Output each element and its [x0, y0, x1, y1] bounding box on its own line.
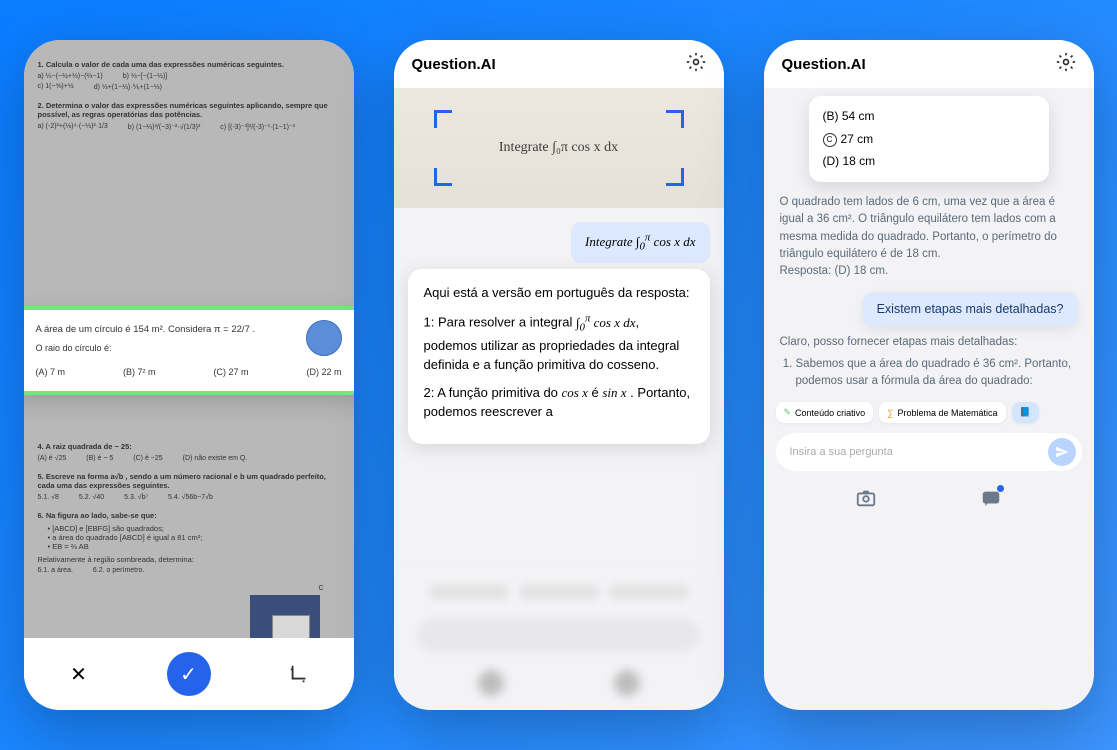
option-c: C27 cm [823, 129, 874, 151]
answer-step2: 2: A função primitiva do cos x é sin x .… [424, 383, 694, 422]
opt-a: (A) 7 m [36, 367, 66, 377]
q6-bullet1: • [ABCD] e [EBFG] são quadrados; [48, 524, 340, 533]
blurred-nav-camera [478, 670, 504, 696]
answer-step1: 1: Para resolver a integral ∫0π cos x dx… [424, 310, 694, 374]
send-icon [1055, 445, 1069, 459]
q6-bullet3: • EB = ⅔ AB [48, 542, 340, 551]
check-icon: ✓ [180, 662, 197, 687]
highlight-question: A área de um círculo é 154 m². Considera… [36, 324, 342, 335]
blurred-input [417, 618, 701, 652]
opt-d: (D) 22 m [306, 367, 341, 377]
app-header: Question.AI [394, 40, 724, 88]
confirm-button[interactable]: ✓ [167, 652, 211, 696]
opt-c: (C) 27 m [213, 367, 248, 377]
q4-opts: (A) é √25(B) é − 5(C) é −25(D) não exist… [38, 455, 340, 462]
query-text: Integrate ∫0π cos x dx [585, 234, 695, 249]
answer-card: Aqui está a versão em português da respo… [408, 269, 710, 444]
opt-b: (B) 7² m [123, 367, 156, 377]
chip-more[interactable]: 📘 [1012, 402, 1039, 423]
send-button[interactable] [1048, 438, 1076, 466]
phone-scan: 1. Calcula o valor de cada uma das expre… [24, 40, 354, 710]
gear-icon [686, 52, 706, 72]
option-b: (B) 54 cm [823, 106, 1035, 128]
settings-button[interactable] [686, 52, 706, 76]
close-button[interactable]: ✕ [57, 652, 101, 696]
q1-items2: c) 1(−⅝)+½d) ⅓+(1−⅓)·⅚+(1−⅓) [38, 83, 340, 91]
settings-button[interactable] [1056, 52, 1076, 76]
bottom-nav [764, 477, 1094, 524]
blurred-area [394, 570, 724, 710]
highlight-options: (A) 7 m (B) 7² m (C) 27 m (D) 22 m [36, 367, 342, 377]
gear-icon [1056, 52, 1076, 72]
nav-camera[interactable] [855, 487, 877, 514]
q5-items: 5.1. √85.2. √405.3. √b⁷5.4. √56b−7√b [38, 494, 340, 501]
brand-logo: Question.AI [412, 56, 496, 73]
chat-input[interactable]: Insira a sua pergunta [776, 433, 1082, 471]
crop-button[interactable] [277, 652, 321, 696]
chip-creative[interactable]: ✎Conteúdo criativo [776, 402, 874, 423]
bot-message: Claro, posso fornecer etapas mais detalh… [780, 334, 1078, 390]
q6-title: 6. Na figura ao lado, sabe-se que: [38, 511, 340, 520]
bot-step1: Sabemos que a área do quadrado é 36 cm².… [796, 356, 1078, 391]
q4-title: 4. A raiz quadrada de − 25: [38, 442, 340, 451]
highlight-prompt: O raio do círculo é: [36, 343, 342, 353]
scan-toolbar: ✕ ✓ [24, 638, 354, 710]
suggestion-chips: ✎Conteúdo criativo ∑Problema de Matemáti… [764, 398, 1094, 427]
crop-frame[interactable] [434, 110, 684, 186]
answer-final: Resposta: (D) 18 cm. [780, 265, 889, 277]
worksheet-background: 1. Calcula o valor de cada uma das expre… [24, 40, 354, 710]
photo-preview: Integrate ∫₀π cos x dx [394, 88, 724, 208]
chip-math[interactable]: ∑Problema de Matemática [879, 402, 1005, 423]
q6-bullet2: • a área do quadrado [ABCD] é igual a 81… [48, 533, 340, 542]
phone-chat: Question.AI (B) 54 cm C27 cm (D) 18 cm O… [764, 40, 1094, 710]
query-bubble: Integrate ∫0π cos x dx [571, 222, 709, 263]
nav-chat[interactable] [980, 487, 1002, 514]
q6-subs: 6.1. a área.6.2. o perímetro. [38, 567, 340, 574]
camera-icon [855, 487, 877, 509]
q2-items: a) (-2)²+(⅛)⁴·(−⅓)²·1/3b) (1−⅔)³/(−3)⁻²·… [38, 123, 340, 131]
crop-icon [288, 663, 310, 685]
q1-items: a) ¼−(−½+⅓)−(⅔−1)b) ⅓−[−(1−½)] [38, 73, 340, 80]
brand-logo: Question.AI [782, 56, 866, 73]
blurred-nav-chat [614, 670, 640, 696]
answer-intro: Aqui está a versão em português da respo… [424, 283, 694, 303]
q2-title: 2. Determina o valor das expressões numé… [38, 101, 340, 119]
bot-answer: O quadrado tem lados de 6 cm, uma vez qu… [780, 194, 1078, 280]
q5-title: 5. Escreve na forma a√b , sendo a um núm… [38, 472, 340, 490]
app-header: Question.AI [764, 40, 1094, 88]
circle-c-icon: C [823, 133, 837, 147]
q6-rel: Relativamente à região sombreada, determ… [38, 555, 340, 564]
option-d: (D) 18 cm [823, 151, 1035, 173]
phone-solve: Question.AI Integrate ∫₀π cos x dx Integ… [394, 40, 724, 710]
bot-intro: Claro, posso fornecer etapas mais detalh… [780, 334, 1078, 351]
user-message: Existem etapas mais detalhadas? [863, 292, 1078, 326]
close-icon: ✕ [70, 662, 87, 687]
q1-title: 1. Calcula o valor de cada uma das expre… [38, 60, 340, 69]
options-card: (B) 54 cm C27 cm (D) 18 cm [809, 96, 1049, 182]
input-placeholder: Insira a sua pergunta [790, 446, 893, 458]
circle-diagram [306, 320, 342, 356]
chat-badge [997, 485, 1004, 492]
scan-highlight: A área de um círculo é 154 m². Considera… [24, 306, 354, 395]
